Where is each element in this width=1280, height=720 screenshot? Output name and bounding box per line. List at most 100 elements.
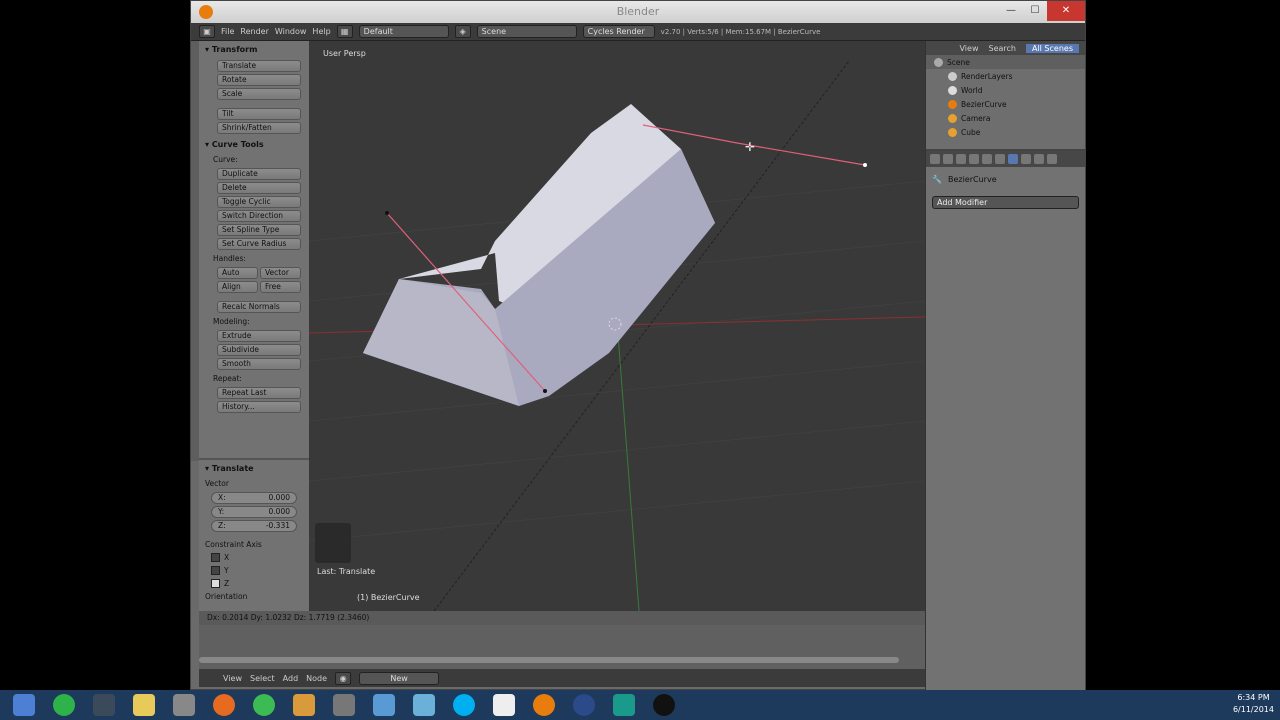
toggle-cyclic-button[interactable]: Toggle Cyclic bbox=[217, 196, 301, 208]
menu-render[interactable]: Render bbox=[240, 27, 268, 36]
transform-header[interactable]: ▾ Transform bbox=[199, 41, 309, 58]
close-button[interactable]: ✕ bbox=[1047, 1, 1085, 21]
outliner: View Search All Scenes Scene RenderLayer… bbox=[926, 41, 1085, 151]
history-button[interactable]: History... bbox=[217, 401, 301, 413]
scale-button[interactable]: Scale bbox=[217, 88, 301, 100]
menu-window[interactable]: Window bbox=[275, 27, 307, 36]
set-curve-radius-button[interactable]: Set Curve Radius bbox=[217, 238, 301, 250]
steam-icon[interactable] bbox=[84, 691, 124, 719]
scene-tab-icon[interactable] bbox=[956, 154, 966, 164]
toolshelf-tabs[interactable] bbox=[191, 41, 199, 461]
repeat-last-button[interactable]: Repeat Last bbox=[217, 387, 301, 399]
set-spline-type-button[interactable]: Set Spline Type bbox=[217, 224, 301, 236]
timeline-area[interactable] bbox=[199, 625, 925, 669]
start-button[interactable] bbox=[4, 691, 44, 719]
handles-label: Handles: bbox=[213, 254, 246, 263]
scene-canvas[interactable]: ✛ bbox=[309, 41, 925, 611]
minimize-button[interactable]: — bbox=[999, 1, 1023, 21]
recalc-normals-button[interactable]: Recalc Normals bbox=[217, 301, 301, 313]
switch-direction-button[interactable]: Switch Direction bbox=[217, 210, 301, 222]
subdivide-button[interactable]: Subdivide bbox=[217, 344, 301, 356]
texture-tab-icon[interactable] bbox=[1047, 154, 1057, 164]
shrink-fatten-button[interactable]: Shrink/Fatten bbox=[217, 122, 301, 134]
extrude-button[interactable]: Extrude bbox=[217, 330, 301, 342]
render-engine-selector[interactable]: Cycles Render bbox=[582, 25, 655, 38]
app-icon[interactable] bbox=[164, 691, 204, 719]
title-bar: Blender — ☐ ✕ bbox=[191, 1, 1085, 23]
smooth-button[interactable]: Smooth bbox=[217, 358, 301, 370]
tilt-button[interactable]: Tilt bbox=[217, 108, 301, 120]
app-icon[interactable] bbox=[604, 691, 644, 719]
file-explorer-icon[interactable] bbox=[124, 691, 164, 719]
layers-tab-icon[interactable] bbox=[943, 154, 953, 164]
document-icon[interactable] bbox=[484, 691, 524, 719]
app-icon[interactable] bbox=[404, 691, 444, 719]
constraint-x-checkbox[interactable]: X bbox=[199, 551, 309, 564]
vector-x-field[interactable]: X: 0.000 bbox=[211, 492, 297, 504]
layout-selector[interactable]: Default bbox=[358, 25, 449, 38]
vector-z-field[interactable]: Z: -0.331 bbox=[211, 520, 297, 532]
3d-viewport[interactable]: ✛ User Persp Last: Translate (1) BezierC… bbox=[309, 41, 925, 611]
bottom-menu-view[interactable]: View bbox=[223, 674, 242, 683]
outliner-item[interactable]: RenderLayers bbox=[926, 69, 1085, 83]
blender-taskbar-icon[interactable] bbox=[524, 691, 564, 719]
translate-button[interactable]: Translate bbox=[217, 60, 301, 72]
app-icon[interactable] bbox=[644, 691, 684, 719]
render-tab-icon[interactable] bbox=[930, 154, 940, 164]
spotify-icon[interactable] bbox=[44, 691, 84, 719]
outliner-item[interactable]: World bbox=[926, 83, 1085, 97]
menu-help[interactable]: Help bbox=[312, 27, 330, 36]
handle-auto-button[interactable]: Auto bbox=[217, 267, 258, 279]
bottom-menu-node[interactable]: Node bbox=[306, 674, 327, 683]
maximize-button[interactable]: ☐ bbox=[1023, 1, 1047, 21]
modifiers-tab-icon[interactable] bbox=[1008, 154, 1018, 164]
bottom-menu-select[interactable]: Select bbox=[250, 674, 275, 683]
node-type-icon[interactable]: ◉ bbox=[335, 671, 352, 685]
vector-label: Vector bbox=[205, 479, 229, 488]
app-icon[interactable] bbox=[324, 691, 364, 719]
outliner-item[interactable]: Cube bbox=[926, 125, 1085, 139]
vector-y-field[interactable]: Y: 0.000 bbox=[211, 506, 297, 518]
layout-icon[interactable]: ▦ bbox=[336, 25, 353, 38]
scene-selector[interactable]: Scene bbox=[476, 25, 577, 38]
outliner-item[interactable]: BezierCurve bbox=[926, 97, 1085, 111]
outliner-item[interactable]: Camera bbox=[926, 111, 1085, 125]
timeline-scrollbar[interactable] bbox=[199, 657, 899, 663]
control-point[interactable] bbox=[543, 389, 547, 393]
world-tab-icon[interactable] bbox=[969, 154, 979, 164]
duplicate-button[interactable]: Duplicate bbox=[217, 168, 301, 180]
skype-icon[interactable] bbox=[444, 691, 484, 719]
constraints-tab-icon[interactable] bbox=[995, 154, 1005, 164]
bottom-menu-add[interactable]: Add bbox=[283, 674, 299, 683]
object-tab-icon[interactable] bbox=[982, 154, 992, 164]
media-player-icon[interactable] bbox=[284, 691, 324, 719]
outliner-tab-view[interactable]: View bbox=[960, 44, 979, 53]
editor-type-icon[interactable]: ▣ bbox=[199, 25, 215, 38]
chrome-icon[interactable] bbox=[244, 691, 284, 719]
unreal-icon[interactable] bbox=[564, 691, 604, 719]
handle-align-button[interactable]: Align bbox=[217, 281, 258, 293]
outliner-tab-all-scenes[interactable]: All Scenes bbox=[1025, 43, 1079, 53]
outliner-tab-search[interactable]: Search bbox=[988, 44, 1015, 53]
handle-vector-button[interactable]: Vector bbox=[260, 267, 301, 279]
control-point[interactable] bbox=[863, 163, 867, 167]
app-icon[interactable] bbox=[364, 691, 404, 719]
handle-free-button[interactable]: Free bbox=[260, 281, 301, 293]
new-button[interactable]: New bbox=[359, 671, 440, 685]
add-modifier-dropdown[interactable]: Add Modifier bbox=[932, 196, 1079, 209]
rotate-button[interactable]: Rotate bbox=[217, 74, 301, 86]
system-clock[interactable]: 6:34 PM 6/11/2014 bbox=[1233, 692, 1274, 716]
firefox-icon[interactable] bbox=[204, 691, 244, 719]
control-point[interactable] bbox=[385, 211, 389, 215]
scene-icon[interactable]: ◈ bbox=[454, 25, 471, 38]
delete-button[interactable]: Delete bbox=[217, 182, 301, 194]
constraint-y-checkbox[interactable]: Y bbox=[199, 564, 309, 577]
constraint-z-checkbox[interactable]: Z bbox=[199, 577, 309, 590]
menu-file[interactable]: File bbox=[221, 27, 234, 36]
node-editor-header: View Select Add Node ◉ New bbox=[199, 669, 925, 687]
operator-header[interactable]: ▾ Translate bbox=[199, 460, 309, 477]
curve-tools-header[interactable]: ▾ Curve Tools bbox=[199, 136, 309, 153]
outliner-item[interactable]: Scene bbox=[926, 55, 1085, 69]
data-tab-icon[interactable] bbox=[1021, 154, 1031, 164]
material-tab-icon[interactable] bbox=[1034, 154, 1044, 164]
